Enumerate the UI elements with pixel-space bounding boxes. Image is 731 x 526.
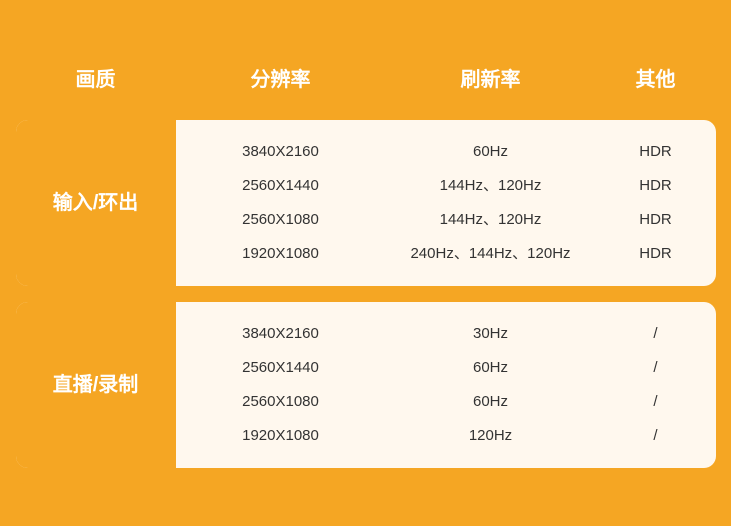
ref-1-0: 60Hz [396,140,586,164]
oth-1-0: HDR [639,140,672,164]
res-1-3: 1920X1080 [186,242,376,266]
ref-2-0: 30Hz [396,322,586,346]
ref-1-2: 144Hz、120Hz [396,208,586,232]
oth-2-0: / [653,322,657,346]
res-2-1: 2560X1440 [186,356,376,380]
oth-1-3: HDR [639,242,672,266]
row-input-output-inner: 输入/环出 3840X2160 2560X1440 2560X1080 1920… [16,120,716,286]
ref-2-1: 60Hz [396,356,586,380]
res-1-2: 2560X1080 [186,208,376,232]
res-1-1: 2560X1440 [186,174,376,198]
resolution-group-2: 3840X2160 2560X1440 2560X1080 1920X1080 [176,302,386,468]
row-streaming: 直播/录制 3840X2160 2560X1440 2560X1080 1920… [16,302,716,468]
row-input-output: 输入/环出 3840X2160 2560X1440 2560X1080 1920… [16,120,716,286]
res-2-2: 2560X1080 [186,390,376,414]
oth-2-3: / [653,424,657,448]
streaming-text: 直播/录制 [53,370,139,400]
table-header: 画质 分辨率 刷新率 其他 [16,43,716,112]
oth-2-2: / [653,390,657,414]
refresh-group-2: 30Hz 60Hz 60Hz 120Hz [386,302,596,468]
res-1-0: 3840X2160 [186,140,376,164]
header-resolution: 分辨率 [176,53,386,102]
header-quality: 画质 [16,53,176,102]
label-streaming: 直播/录制 [16,302,176,468]
oth-2-1: / [653,356,657,380]
main-container: 画质 分辨率 刷新率 其他 输入/环出 3840X2160 2560X1440 … [16,43,716,484]
row-streaming-inner: 直播/录制 3840X2160 2560X1440 2560X1080 1920… [16,302,716,468]
header-other: 其他 [596,53,716,102]
res-2-0: 3840X2160 [186,322,376,346]
header-refresh: 刷新率 [386,53,596,102]
ref-2-3: 120Hz [396,424,586,448]
ref-1-3: 240Hz、144Hz、120Hz [396,242,586,266]
ref-1-1: 144Hz、120Hz [396,174,586,198]
input-output-text: 输入/环出 [53,188,139,218]
spec-table: 画质 分辨率 刷新率 其他 输入/环出 3840X2160 2560X1440 … [16,43,716,468]
oth-1-1: HDR [639,174,672,198]
refresh-group-1: 60Hz 144Hz、120Hz 144Hz、120Hz 240Hz、144Hz… [386,120,596,286]
label-input-output: 输入/环出 [16,120,176,286]
other-group-1: HDR HDR HDR HDR [596,120,716,286]
res-2-3: 1920X1080 [186,424,376,448]
oth-1-2: HDR [639,208,672,232]
resolution-group-1: 3840X2160 2560X1440 2560X1080 1920X1080 [176,120,386,286]
ref-2-2: 60Hz [396,390,586,414]
other-group-2: / / / / [596,302,716,468]
